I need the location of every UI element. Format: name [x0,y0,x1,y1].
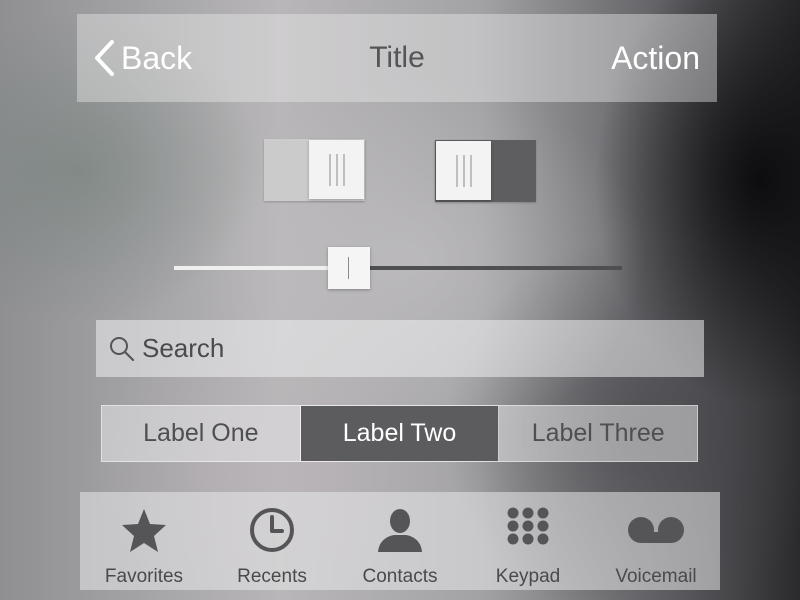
switch-knob[interactable] [309,140,364,199]
search-icon [110,337,135,362]
segment-label-one[interactable]: Label One [102,406,301,461]
tab-bar: Favorites Recents Contacts Keypad Voicem… [80,492,720,590]
slider-thumb[interactable] [327,247,370,289]
search-bar[interactable] [96,320,704,377]
segmented-control: Label One Label Two Label Three [101,405,698,462]
tab-favorites[interactable]: Favorites [80,492,208,590]
segment-label-three[interactable]: Label Three [499,406,698,461]
toggle-switch-off[interactable] [435,140,536,202]
action-button[interactable]: Action [611,14,700,102]
navigation-bar: Back Title Action [77,14,717,102]
slider-filled-track [174,266,349,270]
tab-label: Recents [237,566,307,587]
switch-knob[interactable] [436,141,491,200]
keypad-icon [507,507,549,545]
tab-contacts[interactable]: Contacts [336,492,464,590]
tab-label: Favorites [104,566,184,587]
tab-keypad[interactable]: Keypad [464,492,592,590]
star-icon [122,509,166,552]
tab-recents[interactable]: Recents [208,492,336,590]
grip-lines-icon [456,154,471,187]
chevron-left-icon [95,40,114,76]
back-button[interactable]: Back [93,14,192,102]
clock-icon [250,508,294,552]
grip-lines-icon [329,153,344,186]
slider-empty-track [348,266,622,270]
slider-track[interactable] [174,266,622,270]
search-input[interactable] [142,320,682,377]
back-label: Back [121,39,193,76]
toggle-switch-on[interactable] [264,139,365,201]
tab-voicemail[interactable]: Voicemail [592,492,720,590]
tab-label: Keypad [495,566,561,587]
segment-label-two[interactable]: Label Two [300,406,500,461]
tab-label: Voicemail [615,566,697,587]
voicemail-icon [628,517,684,543]
tab-label: Contacts [362,566,438,587]
person-icon [378,509,422,552]
